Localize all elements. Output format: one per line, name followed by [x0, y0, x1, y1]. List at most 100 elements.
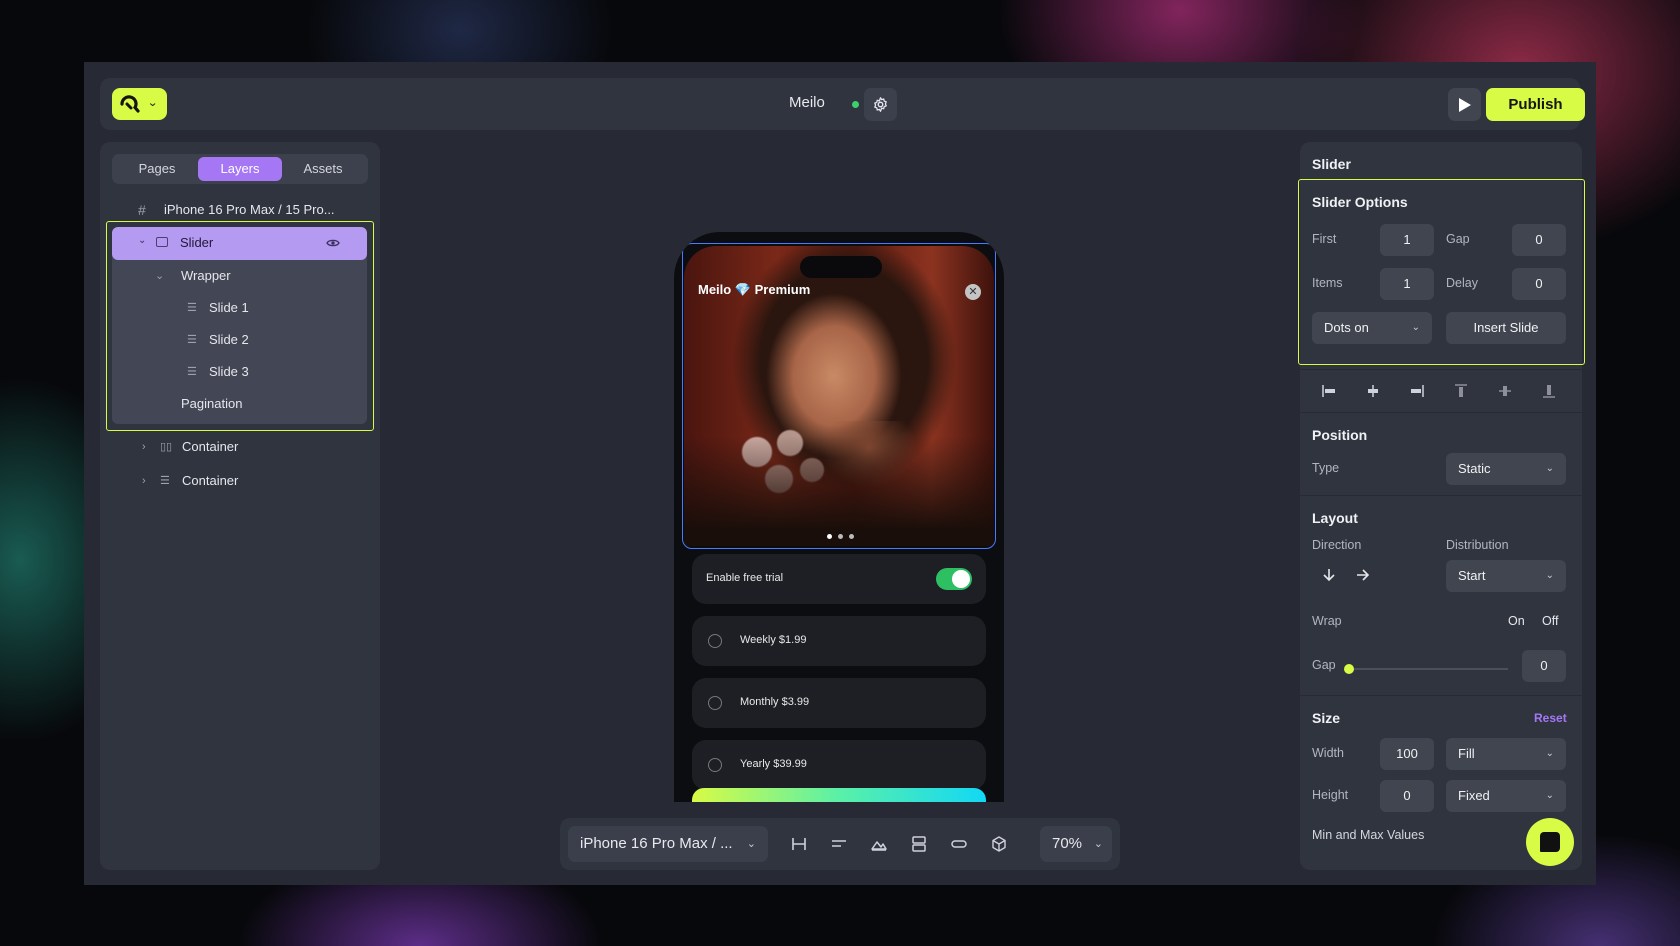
wrap-off-option[interactable]: Off [1542, 614, 1558, 628]
distribution-value: Start [1458, 568, 1486, 583]
width-mode-select[interactable]: Fill ⌄ [1446, 738, 1566, 770]
height-label: Height [1312, 788, 1349, 802]
chevron-down-icon: ⌄ [1545, 790, 1554, 801]
layer-label: Slider [180, 235, 214, 250]
button-tool-icon[interactable] [950, 835, 968, 853]
distribution-select[interactable]: Start ⌄ [1446, 560, 1566, 592]
eye-icon[interactable] [326, 238, 340, 248]
trial-label: Enable free trial [706, 572, 784, 584]
radio-button[interactable] [708, 696, 722, 710]
layer-label: Wrapper [181, 268, 231, 283]
radio-button[interactable] [708, 634, 722, 648]
layer-label: Pagination [181, 396, 243, 411]
section-heading: Position [1312, 427, 1368, 443]
align-middle-vertical-icon[interactable] [1498, 384, 1512, 398]
align-top-icon[interactable] [1454, 384, 1468, 398]
chevron-right-icon[interactable]: › [142, 466, 146, 496]
height-input[interactable]: 0 [1380, 780, 1434, 812]
device-select[interactable]: iPhone 16 Pro Max / ... ⌄ [568, 826, 768, 862]
width-input[interactable]: 100 [1380, 738, 1434, 770]
layer-slide-1[interactable]: ☰ Slide 1 [101, 293, 369, 323]
device-label: iPhone 16 Pro Max / ... [580, 835, 733, 852]
logo-icon [120, 95, 140, 113]
heading-tool-icon[interactable] [790, 835, 808, 853]
chevron-right-icon[interactable]: › [142, 432, 146, 462]
container-tool-icon[interactable] [910, 835, 928, 853]
align-bottom-icon[interactable] [1542, 384, 1556, 398]
free-trial-card[interactable]: Enable free trial [692, 554, 986, 604]
tab-assets[interactable]: Assets [281, 157, 365, 181]
plan-option-weekly[interactable]: Weekly $1.99 [692, 616, 986, 666]
layer-label: Slide 1 [209, 300, 249, 315]
arrow-down-icon[interactable] [1322, 568, 1336, 582]
chevron-down-icon: ⌄ [147, 97, 159, 109]
chat-support-button[interactable] [1526, 818, 1574, 866]
cta-button[interactable] [692, 788, 986, 802]
position-type-select[interactable]: Static ⌄ [1446, 453, 1566, 485]
layer-slide-3[interactable]: ☰ Slide 3 [101, 357, 369, 387]
layer-wrapper[interactable]: ⌄ Wrapper [101, 261, 369, 291]
stack-icon: ☰ [187, 302, 197, 314]
plan-option-yearly[interactable]: Yearly $39.99 [692, 740, 986, 790]
layer-pagination[interactable]: Pagination [101, 389, 369, 419]
min-max-values-label[interactable]: Min and Max Values [1312, 828, 1424, 842]
width-label: Width [1312, 746, 1344, 760]
align-right-icon[interactable] [1410, 384, 1424, 398]
layer-container-2[interactable]: › ☰ Container [100, 466, 380, 496]
app-logo-menu[interactable]: ⌄ [112, 88, 167, 120]
selected-section-outline [1298, 179, 1585, 365]
gap-slider-handle[interactable] [1344, 664, 1354, 674]
height-mode-value: Fixed [1458, 788, 1490, 803]
settings-button[interactable] [864, 88, 897, 121]
layout-gap-input[interactable]: 0 [1522, 650, 1566, 682]
layers-panel: Pages Layers Assets # iPhone 16 Pro Max … [100, 142, 380, 870]
free-trial-toggle[interactable] [936, 568, 972, 590]
chevron-down-icon: ⌄ [1545, 463, 1554, 474]
chevron-down-icon[interactable]: ⌄ [155, 261, 164, 291]
preview-play-button[interactable] [1448, 88, 1481, 121]
reset-button[interactable]: Reset [1534, 711, 1567, 725]
plan-label: Weekly $1.99 [740, 634, 807, 646]
chevron-down-icon: ⌄ [1545, 748, 1554, 759]
layout-section: Layout Direction Distribution Start ⌄ Wra… [1300, 496, 1582, 696]
layer-slide-2[interactable]: ☰ Slide 2 [101, 325, 369, 355]
plan-option-monthly[interactable]: Monthly $3.99 [692, 678, 986, 728]
gear-icon [874, 97, 887, 112]
type-label: Type [1312, 461, 1340, 475]
chevron-down-icon: ⌄ [1545, 570, 1554, 581]
layer-slider-selected[interactable]: ⌄ Slider [112, 227, 367, 260]
direction-label: Direction [1312, 538, 1362, 552]
distribution-label: Distribution [1446, 538, 1509, 552]
layer-label: Slide 2 [209, 332, 249, 347]
plan-label: Yearly $39.99 [740, 758, 807, 770]
slider-component-icon [156, 237, 168, 247]
selected-layer-group: ⌄ Slider ⌄ Wrapper ☰ Slide 1 ☰ Slide 2 ☰… [106, 221, 374, 431]
layer-label: Container [182, 473, 239, 488]
phone-preview[interactable]: Meilo 💎 Premium ✕ Enable free trial Week… [674, 232, 1004, 802]
text-tool-icon[interactable] [830, 835, 848, 853]
project-name[interactable]: Meilo [789, 94, 825, 111]
stack-icon: ☰ [160, 475, 170, 487]
align-center-horizontal-icon[interactable] [1366, 384, 1380, 398]
arrow-right-icon[interactable] [1356, 568, 1370, 582]
image-tool-icon[interactable] [870, 835, 888, 853]
layer-container-1[interactable]: › ▯▯ Container [100, 432, 380, 462]
chevron-down-icon[interactable]: ⌄ [138, 235, 146, 246]
component-tool-icon[interactable] [990, 835, 1008, 853]
align-left-icon[interactable] [1322, 384, 1336, 398]
chevron-down-icon: ⌄ [746, 838, 756, 850]
tab-layers[interactable]: Layers [198, 157, 282, 181]
tab-pages[interactable]: Pages [115, 157, 199, 181]
radio-button[interactable] [708, 758, 722, 772]
layer-label: Container [182, 439, 239, 454]
section-heading: Size [1312, 710, 1341, 726]
publish-button[interactable]: Publish [1486, 88, 1585, 121]
toggle-knob [952, 570, 970, 588]
section-heading: Layout [1312, 510, 1358, 526]
wrap-on-option[interactable]: On [1508, 614, 1525, 628]
gap-slider-track[interactable] [1350, 668, 1508, 670]
zoom-select[interactable]: 70% ⌄ [1040, 826, 1112, 862]
play-icon [1459, 98, 1471, 112]
height-mode-select[interactable]: Fixed ⌄ [1446, 780, 1566, 812]
position-type-value: Static [1458, 461, 1491, 476]
